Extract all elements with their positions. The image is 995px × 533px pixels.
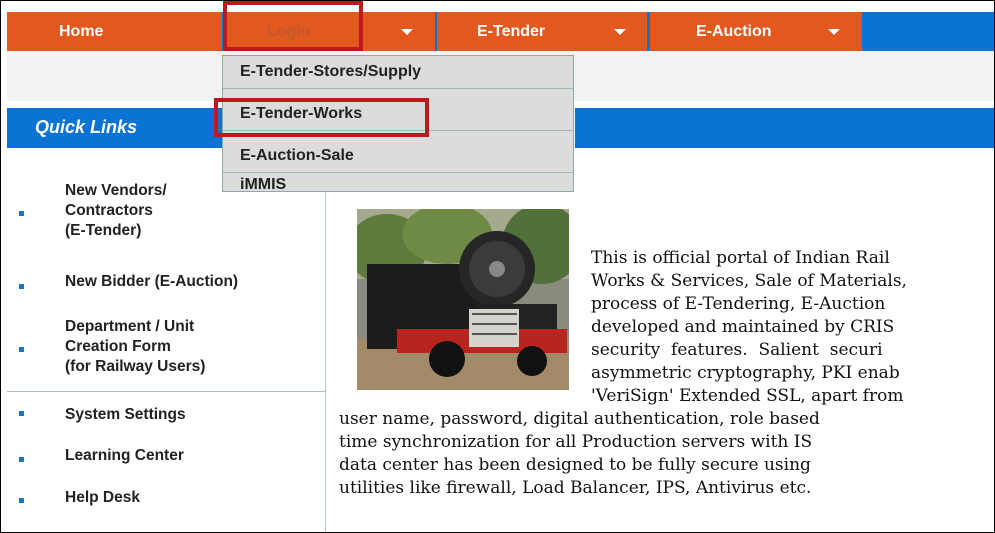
content-line: asymmetric cryptography, PKI enab bbox=[591, 363, 900, 383]
bullet-icon bbox=[19, 211, 24, 216]
bullet-icon bbox=[19, 347, 24, 352]
sidebar-separator bbox=[7, 391, 325, 392]
caret-down-icon bbox=[828, 29, 840, 35]
content-line: time synchronization for all Production … bbox=[339, 432, 813, 452]
sidebar-item-line: (for Railway Users) bbox=[65, 358, 206, 375]
sidebar-item-line: System Settings bbox=[65, 406, 186, 423]
sidebar-item-help-desk[interactable]: Help Desk bbox=[65, 488, 140, 508]
sidebar-item-new-vendors[interactable]: New Vendors/ Contractors (E-Tender) bbox=[65, 181, 167, 241]
content-line: developed and maintained by CRIS bbox=[591, 317, 895, 337]
sidebar-item-line: Contractors bbox=[65, 202, 153, 219]
sidebar-item-line: New Bidder (E-Auction) bbox=[65, 273, 239, 290]
nav-etender-label: E-Tender bbox=[477, 23, 546, 40]
sidebar-item-line: Learning Center bbox=[65, 447, 184, 464]
nav-home-label: Home bbox=[59, 23, 104, 40]
bullet-icon bbox=[19, 457, 24, 462]
sidebar-item-line: Department / Unit bbox=[65, 318, 195, 335]
sidebar-item-learning-center[interactable]: Learning Center bbox=[65, 446, 184, 466]
quick-links-title: Quick Links bbox=[35, 117, 138, 137]
page-frame: Home Login E-Tender E-Auction Quick Link… bbox=[0, 0, 995, 533]
menu-item-eauction-sale[interactable]: E-Auction-Sale bbox=[223, 140, 573, 173]
sidebar-item-department-unit[interactable]: Department / Unit Creation Form (for Rai… bbox=[65, 317, 205, 377]
content-header-band bbox=[575, 108, 994, 148]
sidebar-item-system-settings[interactable]: System Settings bbox=[65, 405, 186, 425]
sidebar-item-line: (E-Tender) bbox=[65, 222, 142, 239]
nav-etender[interactable]: E-Tender bbox=[437, 12, 647, 51]
login-highlight-box bbox=[223, 1, 363, 51]
nav-eauction-label: E-Auction bbox=[696, 23, 772, 40]
etender-works-highlight-box bbox=[214, 98, 429, 137]
content-line: Works & Services, Sale of Materials, bbox=[591, 271, 907, 291]
content-line: data center has been designed to be full… bbox=[339, 455, 811, 475]
content-line: security features. Salient securi bbox=[591, 340, 883, 360]
sidebar-item-new-bidder[interactable]: New Bidder (E-Auction) bbox=[65, 272, 238, 292]
content-line: utilities like firewall, Load Balancer, … bbox=[339, 478, 812, 498]
sidebar-item-line: New Vendors/ bbox=[65, 182, 167, 199]
menu-item-etender-stores[interactable]: E-Tender-Stores/Supply bbox=[223, 56, 573, 89]
bullet-icon bbox=[19, 284, 24, 289]
menu-item-label: iMMIS bbox=[240, 176, 287, 193]
bullet-icon bbox=[19, 498, 24, 503]
content-line: This is official portal of Indian Rail bbox=[591, 248, 890, 268]
caret-down-icon bbox=[614, 29, 626, 35]
top-nav: Home Login E-Tender E-Auction bbox=[7, 12, 994, 51]
content-line: process of E-Tendering, E-Auction bbox=[591, 294, 886, 314]
nav-home[interactable]: Home bbox=[7, 12, 222, 51]
menu-item-label: E-Auction-Sale bbox=[240, 147, 354, 164]
sidebar-item-line: Creation Form bbox=[65, 338, 171, 355]
content-line: user name, password, digital authenticat… bbox=[339, 409, 820, 429]
bullet-icon bbox=[19, 411, 24, 416]
caret-down-icon bbox=[401, 29, 413, 35]
menu-item-immis[interactable]: iMMIS bbox=[223, 176, 573, 208]
content-line: 'VeriSign' Extended SSL, apart from bbox=[591, 386, 904, 406]
sidebar-item-line: Help Desk bbox=[65, 489, 140, 506]
menu-item-label: E-Tender-Stores/Supply bbox=[240, 63, 422, 80]
nav-eauction[interactable]: E-Auction bbox=[650, 12, 862, 51]
locomotive-image bbox=[357, 209, 569, 390]
